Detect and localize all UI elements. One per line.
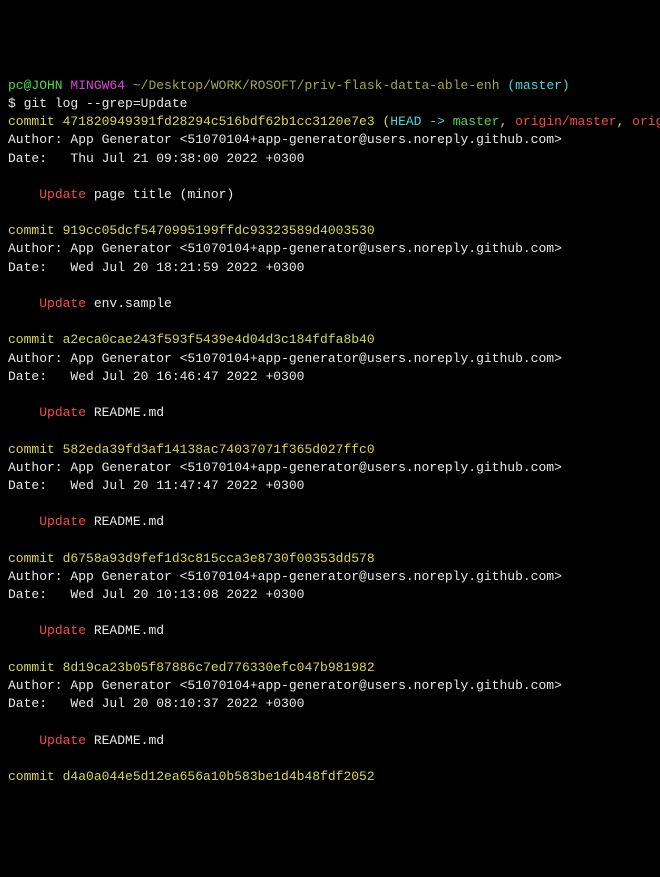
commit-msg-keyword: Update [39,405,86,420]
commit-hash: commit 471820949391fd28294c516bdf62b1cc3… [8,114,375,129]
commit-date: Date: Wed Jul 20 10:13:08 2022 +0300 [8,587,304,602]
commit-date: Date: Wed Jul 20 16:46:47 2022 +0300 [8,369,304,384]
commit-msg-keyword: Update [39,296,86,311]
commit-msg-keyword: Update [39,187,86,202]
remote-head: origin/HEAD [632,114,660,129]
commit-msg-rest: env.sample [86,296,172,311]
commit-msg-rest: README.md [86,405,164,420]
commit-date: Date: Wed Jul 20 11:47:47 2022 +0300 [8,478,304,493]
commit-hash: commit a2eca0cae243f593f5439e4d04d3c184f… [8,332,375,347]
commit-msg-keyword: Update [39,623,86,638]
commit-author: Author: App Generator <51070104+app-gene… [8,678,562,693]
commit-date: Date: Thu Jul 21 09:38:00 2022 +0300 [8,151,304,166]
commit-date: Date: Wed Jul 20 18:21:59 2022 +0300 [8,260,304,275]
commit-hash: commit d6758a93d9fef1d3c815cca3e8730f003… [8,551,375,566]
commit-msg-keyword: Update [39,733,86,748]
prompt-user: pc@JOHN [8,78,63,93]
commit-hash: commit 8d19ca23b05f87886c7ed776330efc047… [8,660,375,675]
prompt-env: MINGW64 [70,78,125,93]
prompt-branch: (master) [507,78,569,93]
commit-author: Author: App Generator <51070104+app-gene… [8,569,562,584]
terminal-output[interactable]: pc@JOHN MINGW64 ~/Desktop/WORK/ROSOFT/pr… [8,77,652,786]
commit-author: Author: App Generator <51070104+app-gene… [8,241,562,256]
commit-hash: commit 919cc05dcf5470995199ffdc93323589d… [8,223,375,238]
prompt-path: ~/Desktop/WORK/ROSOFT/priv-flask-datta-a… [133,78,500,93]
commit-msg-keyword: Update [39,514,86,529]
local-branch: master [453,114,500,129]
command-line: $ git log --grep=Update [8,96,187,111]
commit-msg-rest: README.md [86,623,164,638]
commit-hash: commit 582eda39fd3af14138ac74037071f365d… [8,442,375,457]
commit-author: Author: App Generator <51070104+app-gene… [8,351,562,366]
commit-msg-rest: README.md [86,733,164,748]
commit-author: Author: App Generator <51070104+app-gene… [8,460,562,475]
head-ref: HEAD -> [390,114,452,129]
commit-msg-rest: README.md [86,514,164,529]
commit-author: Author: App Generator <51070104+app-gene… [8,132,562,147]
commit-msg-rest: page title (minor) [86,187,234,202]
remote-branch: origin/master [515,114,616,129]
commit-hash: commit d4a0a044e5d12ea656a10b583be1d4b48… [8,769,375,784]
commit-date: Date: Wed Jul 20 08:10:37 2022 +0300 [8,696,304,711]
